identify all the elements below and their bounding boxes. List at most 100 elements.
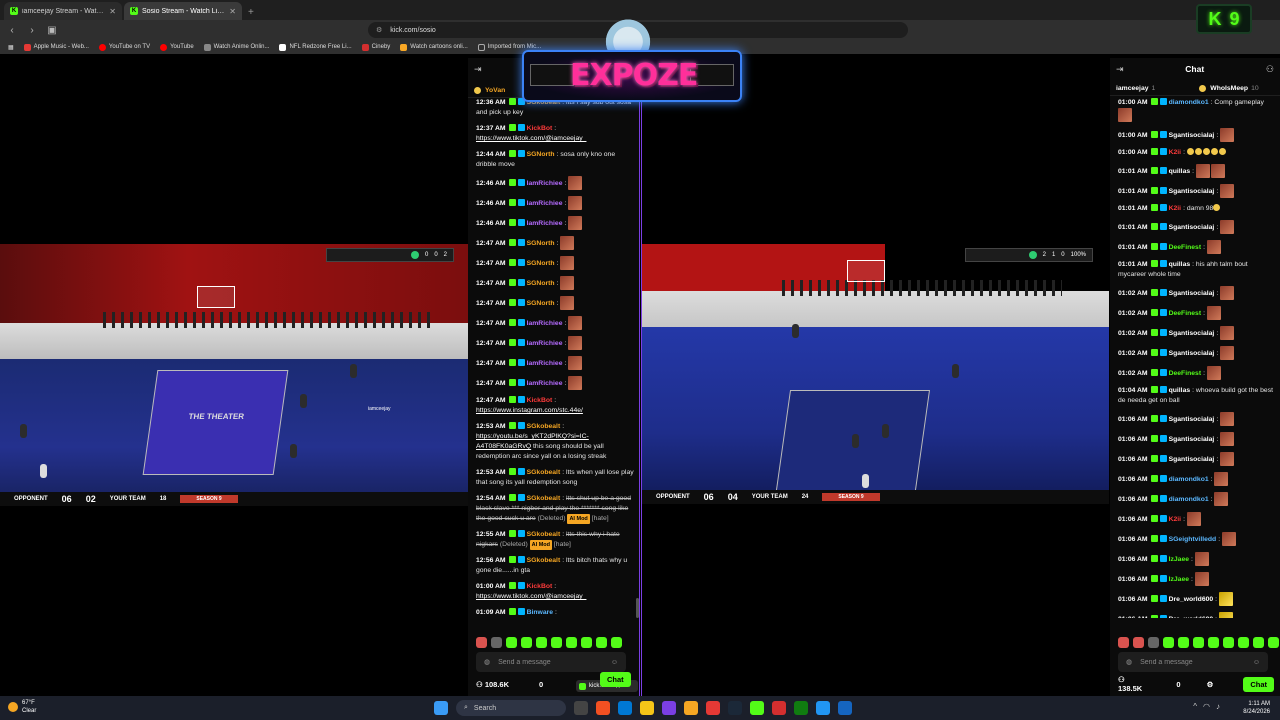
chat-emote-icon[interactable] [1220, 220, 1235, 234]
chat-username[interactable]: DeeFinest [1169, 244, 1201, 251]
chat-emote-icon[interactable] [1220, 128, 1235, 142]
moderator-badge-icon[interactable] [1159, 166, 1167, 174]
moderator-badge-icon[interactable] [1159, 260, 1167, 267]
moderator-badge-icon[interactable] [517, 218, 525, 226]
chat-emote-icon[interactable] [568, 216, 583, 230]
volume-icon[interactable]: ♪ [1216, 702, 1220, 711]
collapse-chat-icon[interactable]: ⇥ [474, 64, 482, 75]
subscriber-badge-icon[interactable] [1150, 574, 1158, 582]
chat-username[interactable]: SGkobealt [527, 495, 561, 502]
moderator-badge-icon[interactable] [1159, 574, 1167, 582]
xbox-icon[interactable] [794, 701, 808, 715]
emote-button[interactable] [1193, 637, 1204, 648]
emote-button[interactable] [1163, 637, 1174, 648]
chat-username[interactable]: SGNorth [527, 240, 555, 247]
send-chat-button-left[interactable]: Chat [600, 672, 631, 687]
chat-emote-icon[interactable] [1220, 432, 1235, 446]
emote-button[interactable] [521, 637, 532, 648]
wifi-icon[interactable]: ◠ [1203, 702, 1210, 711]
subscriber-badge-icon[interactable] [1150, 614, 1158, 618]
collapse-chat-icon[interactable]: ⇥ [1116, 64, 1124, 75]
moderator-badge-icon[interactable] [1159, 594, 1167, 602]
steam-icon[interactable] [728, 701, 742, 715]
moderator-badge-icon[interactable] [1159, 474, 1167, 482]
subscriber-badge-icon[interactable] [1150, 534, 1158, 542]
chat-username[interactable]: K2ii [1169, 149, 1181, 156]
chat-username[interactable]: IamRichiee [527, 320, 563, 327]
emote-button[interactable] [566, 637, 577, 648]
moderator-badge-icon[interactable] [517, 530, 525, 537]
chat-scrollbar[interactable] [636, 598, 639, 618]
subscriber-badge-icon[interactable] [1150, 494, 1158, 502]
emote-button[interactable] [1133, 637, 1144, 648]
gifter-item[interactable]: iamceejay 1 [1116, 85, 1155, 92]
subscriber-badge-icon[interactable] [1150, 414, 1158, 422]
subscriber-badge-icon[interactable] [508, 530, 516, 537]
bookmark-anime[interactable]: Watch Anime Onlin... [203, 43, 269, 51]
emote-button[interactable] [491, 637, 502, 648]
subscriber-badge-icon[interactable] [1150, 594, 1158, 602]
chrome-icon[interactable] [706, 701, 720, 715]
chat-emote-icon[interactable] [1118, 108, 1132, 122]
moderator-badge-icon[interactable] [1159, 308, 1167, 316]
emote-button[interactable] [1238, 637, 1249, 648]
moderator-badge-icon[interactable] [517, 468, 525, 475]
new-tab-icon[interactable]: + [248, 7, 254, 18]
chat-emote-icon[interactable] [568, 176, 583, 190]
emote-button[interactable] [506, 637, 517, 648]
chat-username[interactable]: DeeFinest [1169, 370, 1201, 377]
moderator-badge-icon[interactable] [1159, 242, 1167, 250]
chat-emote-icon[interactable] [1214, 492, 1229, 506]
moderator-badge-icon[interactable] [517, 556, 525, 563]
moderator-badge-icon[interactable] [1159, 454, 1167, 462]
chat-emote-icon[interactable] [1194, 552, 1209, 566]
emote-button[interactable] [1178, 637, 1189, 648]
subscriber-badge-icon[interactable] [508, 278, 516, 286]
subscriber-badge-icon[interactable] [1150, 328, 1158, 336]
moderator-badge-icon[interactable] [1159, 414, 1167, 422]
bookmark-cartoons[interactable]: Watch cartoons onli... [400, 43, 468, 51]
subscriber-badge-icon[interactable] [508, 468, 516, 475]
moderator-badge-icon[interactable] [1159, 368, 1167, 376]
chat-emote-icon[interactable] [1220, 184, 1235, 198]
emoji-picker-icon[interactable]: ☺ [1253, 659, 1260, 666]
subscriber-badge-icon[interactable] [508, 198, 516, 206]
moderator-badge-icon[interactable] [517, 278, 525, 286]
opera-icon[interactable] [772, 701, 786, 715]
subscriber-badge-icon[interactable] [508, 238, 516, 246]
emote-button[interactable] [596, 637, 607, 648]
subscriber-badge-icon[interactable] [508, 298, 516, 306]
moderator-badge-icon[interactable] [517, 238, 525, 246]
moderator-badge-icon[interactable] [1159, 386, 1167, 393]
chat-username[interactable]: Sgantisocialaj [1169, 330, 1215, 337]
emote-button[interactable] [1253, 637, 1264, 648]
send-message-box-left[interactable]: ◍ ☺ [476, 652, 626, 672]
emote-button[interactable] [1208, 637, 1219, 648]
weather-widget[interactable]: 67°F Clear [8, 699, 36, 715]
chat-username[interactable]: Sgantisocialaj [1169, 224, 1215, 231]
moderator-badge-icon[interactable] [1159, 514, 1167, 522]
chat-settings-icon[interactable]: ◍ [484, 658, 490, 666]
emote-button[interactable] [536, 637, 547, 648]
chat-username[interactable]: DeeFinest [1169, 310, 1201, 317]
subscriber-badge-icon[interactable] [508, 338, 516, 346]
app-icon[interactable] [838, 701, 852, 715]
emote-button[interactable] [611, 637, 622, 648]
chat-emote-icon[interactable] [560, 276, 575, 290]
chat-emote-icon[interactable] [568, 196, 583, 210]
chat-username[interactable]: SGNorth [527, 280, 555, 287]
moderator-badge-icon[interactable] [1159, 554, 1167, 562]
moderator-badge-icon[interactable] [1159, 204, 1167, 211]
emote-button[interactable] [1118, 637, 1129, 648]
moderator-badge-icon[interactable] [517, 608, 525, 615]
gifter-item[interactable]: WhoIsMeep 10 [1199, 85, 1259, 92]
chat-username[interactable]: IamRichiee [527, 360, 563, 367]
chat-username[interactable]: IzJaee [1169, 556, 1189, 563]
chat-username[interactable]: IamRichiee [527, 200, 563, 207]
chat-username[interactable]: diamondko1 [1169, 99, 1209, 106]
subscriber-badge-icon[interactable] [1150, 386, 1158, 393]
gifter-item[interactable]: YoVan [474, 87, 505, 94]
chat-username[interactable]: Sgantisocialaj [1169, 436, 1215, 443]
moderator-badge-icon[interactable] [1159, 328, 1167, 336]
chat-link[interactable]: https://www.tiktok.com/@iamceejay_ [476, 135, 586, 142]
